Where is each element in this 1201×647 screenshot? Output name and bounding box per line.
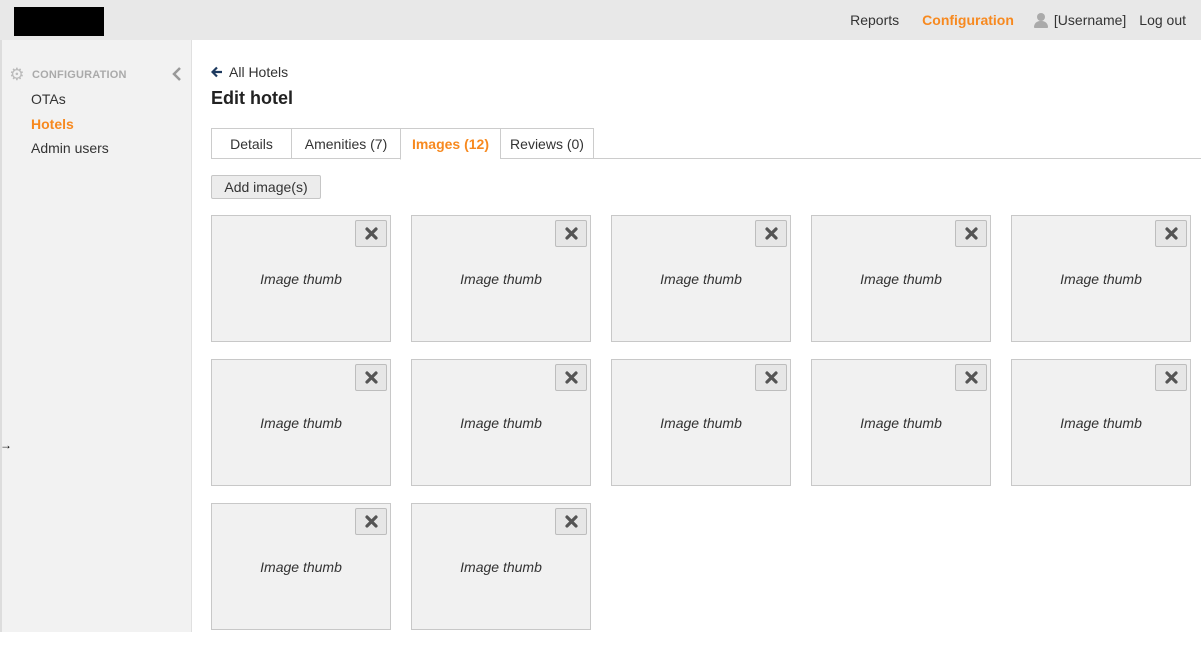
sidebar-item-admin-users[interactable]: Admin users [31,140,109,165]
tab-bar: Details Amenities (7) Images (12) Review… [211,128,1201,160]
resize-handle-icon[interactable]: → [0,438,12,452]
close-icon [1164,371,1178,384]
logo[interactable] [14,7,104,36]
add-images-button[interactable]: Add image(s) [211,175,321,199]
close-icon [1164,227,1178,240]
image-thumb-label: Image thumb [260,559,342,575]
user-icon [1033,12,1048,28]
image-thumb[interactable]: Image thumb [1011,359,1191,486]
image-thumb[interactable]: Image thumb [1011,215,1191,342]
image-thumb-label: Image thumb [860,271,942,287]
tab-images[interactable]: Images (12) [400,128,500,160]
username: [Username] [1053,12,1127,28]
remove-image-button[interactable] [355,508,387,535]
image-thumb[interactable]: Image thumb [411,359,591,486]
tab-reviews[interactable]: Reviews (0) [500,128,594,159]
tab-amenities[interactable]: Amenities (7) [291,128,400,159]
image-thumb-label: Image thumb [660,415,742,431]
sidebar-item-otas[interactable]: OTAs [31,91,109,116]
image-thumb[interactable]: Image thumb [411,215,591,342]
image-thumb-label: Image thumb [1060,415,1142,431]
image-thumb-label: Image thumb [660,271,742,287]
top-bar: Reports Configuration [Username] Log out [0,0,1201,40]
image-thumb-label: Image thumb [460,271,542,287]
sidebar-item-hotels[interactable]: Hotels [31,116,109,141]
remove-image-button[interactable] [355,220,387,247]
remove-image-button[interactable] [755,364,787,391]
image-thumb[interactable]: Image thumb [211,359,391,486]
image-thumb[interactable]: Image thumb [211,215,391,342]
tab-details[interactable]: Details [211,128,291,159]
image-thumb[interactable]: Image thumb [811,215,991,342]
sidebar-section-header: ⚙ CONFIGURATION [9,65,127,84]
sidebar-menu: OTAs Hotels Admin users [31,91,109,165]
nav-reports[interactable]: Reports [850,12,899,28]
image-thumb[interactable]: Image thumb [411,503,591,630]
back-link-label: All Hotels [229,64,289,80]
chevron-left-icon[interactable] [172,67,182,81]
arrow-left-icon [211,66,222,78]
remove-image-button[interactable] [1155,220,1187,247]
image-thumb[interactable]: Image thumb [211,503,391,630]
close-icon [364,227,378,240]
logout-link[interactable]: Log out [1139,12,1186,28]
remove-image-button[interactable] [955,364,987,391]
close-icon [764,227,778,240]
close-icon [964,227,978,240]
user-menu[interactable]: [Username] [1033,12,1127,28]
remove-image-button[interactable] [555,220,587,247]
image-thumb-label: Image thumb [260,271,342,287]
image-thumb[interactable]: Image thumb [811,359,991,486]
remove-image-button[interactable] [1155,364,1187,391]
page-title: Edit hotel [211,88,293,108]
gear-icon: ⚙ [9,65,25,84]
close-icon [764,371,778,384]
image-thumb[interactable]: Image thumb [611,359,791,486]
image-thumb-label: Image thumb [1060,271,1142,287]
close-icon [564,515,578,528]
close-icon [364,371,378,384]
remove-image-button[interactable] [555,364,587,391]
image-thumb-label: Image thumb [860,415,942,431]
close-icon [964,371,978,384]
close-icon [564,227,578,240]
top-nav: Reports Configuration [Username] Log out [850,0,1186,40]
image-thumb[interactable]: Image thumb [611,215,791,342]
remove-image-button[interactable] [555,508,587,535]
remove-image-button[interactable] [755,220,787,247]
remove-image-button[interactable] [955,220,987,247]
remove-image-button[interactable] [355,364,387,391]
image-thumb-label: Image thumb [260,415,342,431]
back-link[interactable]: All Hotels [211,64,288,80]
close-icon [564,371,578,384]
image-thumb-label: Image thumb [460,415,542,431]
image-thumb-label: Image thumb [460,559,542,575]
sidebar: ⚙ CONFIGURATION OTAs Hotels Admin users [0,40,192,632]
nav-configuration[interactable]: Configuration [922,12,1014,28]
close-icon [364,515,378,528]
sidebar-section-title: CONFIGURATION [32,69,127,81]
